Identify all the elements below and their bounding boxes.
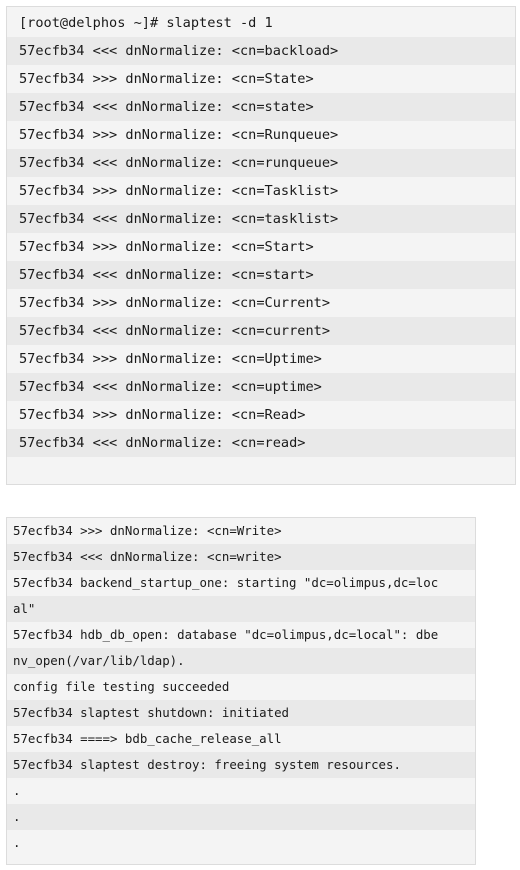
terminal-line: 57ecfb34 slaptest shutdown: initiated	[7, 700, 475, 726]
terminal-line: 57ecfb34 backend_startup_one: starting "…	[13, 575, 439, 590]
terminal-line: .	[13, 783, 21, 798]
terminal-line: 57ecfb34 >>> dnNormalize: <cn=Runqueue>	[19, 127, 339, 143]
terminal-line: 57ecfb34 >>> dnNormalize: <cn=Read>	[19, 407, 306, 423]
terminal-line: .	[13, 835, 21, 850]
terminal-line: 57ecfb34 <<< dnNormalize: <cn=state>	[7, 93, 515, 121]
terminal-line: nv_open(/var/lib/ldap).	[7, 648, 475, 674]
terminal-line: 57ecfb34 <<< dnNormalize: <cn=read>	[7, 429, 515, 457]
terminal-output-block-1: [root@delphos ~]# slaptest -d 1 57ecfb34…	[6, 6, 516, 485]
terminal-line: 57ecfb34 hdb_db_open: database "dc=olimp…	[13, 627, 439, 642]
terminal-line: 57ecfb34 >>> dnNormalize: <cn=State>	[19, 71, 314, 87]
terminal-line: [root@delphos ~]# slaptest -d 1	[19, 15, 273, 31]
terminal-line: 57ecfb34 <<< dnNormalize: <cn=start>	[7, 261, 515, 289]
terminal-line: 57ecfb34 <<< dnNormalize: <cn=backload>	[7, 37, 515, 65]
terminal-line: 57ecfb34 <<< dnNormalize: <cn=tasklist>	[7, 205, 515, 233]
terminal-line: 57ecfb34 >>> dnNormalize: <cn=Uptime>	[19, 351, 322, 367]
terminal-line: al"	[7, 596, 475, 622]
terminal-output-block-2: 57ecfb34 >>> dnNormalize: <cn=Write> 57e…	[6, 517, 476, 865]
terminal-line: .	[7, 804, 475, 830]
terminal-line: 57ecfb34 slaptest destroy: freeing syste…	[7, 752, 475, 778]
terminal-line: 57ecfb34 <<< dnNormalize: <cn=current>	[7, 317, 515, 345]
terminal-line: 57ecfb34 >>> dnNormalize: <cn=Start>	[19, 239, 314, 255]
terminal-line: config file testing succeeded	[13, 679, 230, 694]
terminal-line: 57ecfb34 <<< dnNormalize: <cn=write>	[7, 544, 475, 570]
terminal-line: 57ecfb34 <<< dnNormalize: <cn=runqueue>	[7, 149, 515, 177]
terminal-line: 57ecfb34 ====> bdb_cache_release_all	[13, 731, 282, 746]
terminal-line: 57ecfb34 >>> dnNormalize: <cn=Current>	[19, 295, 330, 311]
terminal-line: 57ecfb34 <<< dnNormalize: <cn=uptime>	[7, 373, 515, 401]
terminal-line: 57ecfb34 >>> dnNormalize: <cn=Write>	[13, 523, 282, 538]
terminal-line: 57ecfb34 >>> dnNormalize: <cn=Tasklist>	[19, 183, 339, 199]
